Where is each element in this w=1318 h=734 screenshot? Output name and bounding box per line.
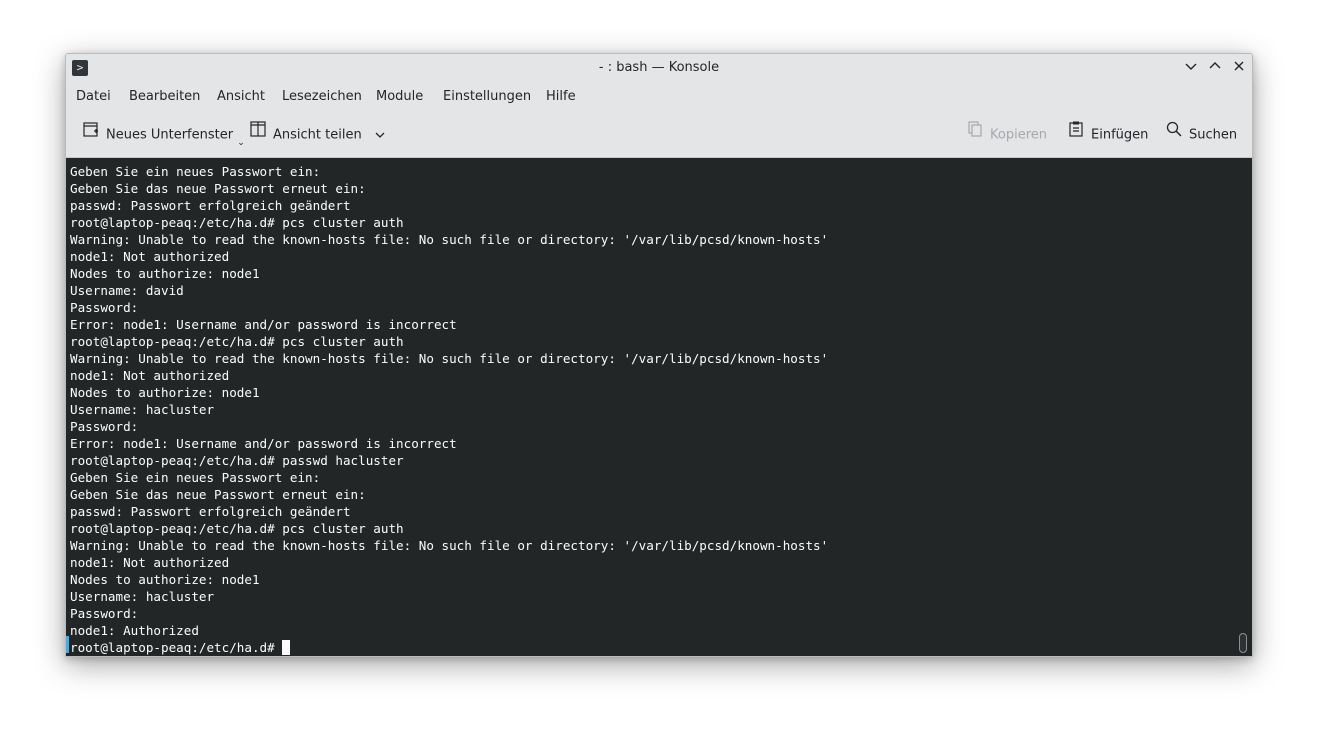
search-icon [1165, 112, 1183, 158]
terminal-prompt-line[interactable]: root@laptop-peaq:/etc/ha.d# [70, 639, 828, 656]
copy-button[interactable]: Kopieren [966, 112, 1047, 158]
paste-icon [1067, 112, 1085, 158]
menu-module[interactable]: Module [376, 82, 423, 112]
terminal-line: Error: node1: Username and/or password i… [70, 436, 457, 451]
terminal-line: Geben Sie ein neues Passwort ein: [70, 164, 321, 179]
terminal-line: Password: [70, 606, 139, 621]
split-view-button[interactable]: Ansicht teilen [249, 112, 386, 158]
terminal-line: Error: node1: Username and/or password i… [70, 317, 457, 332]
terminal-line: Nodes to authorize: node1 [70, 266, 260, 281]
terminal-line: root@laptop-peaq:/etc/ha.d# pcs cluster … [70, 215, 404, 230]
terminal-line: node1: Authorized [70, 623, 199, 638]
terminal-output: Geben Sie ein neues Passwort ein: Geben S… [70, 163, 828, 656]
split-view-label: Ansicht teilen [273, 127, 362, 143]
window-title: - : bash — Konsole [598, 60, 720, 75]
terminal-line: Geben Sie ein neues Passwort ein: [70, 470, 321, 485]
terminal-line: Geben Sie das neue Passwort erneut ein: [70, 487, 366, 502]
terminal-line: root@laptop-peaq:/etc/ha.d# passwd haclu… [70, 453, 404, 468]
copy-icon [966, 112, 984, 158]
new-tab-button[interactable]: Neues Unterfenster ⌄ [82, 112, 245, 158]
scrollbar-handle[interactable] [1239, 633, 1247, 653]
terminal-line: node1: Not authorized [70, 249, 230, 264]
copy-label: Kopieren [990, 127, 1047, 143]
terminal-line: Username: hacluster [70, 589, 215, 604]
terminal-prompt: root@laptop-peaq:/etc/ha.d# [70, 640, 283, 655]
terminal-line: passwd: Passwort erfolgreich geändert [70, 504, 351, 519]
konsole-window: > - : bash — Konsole Datei Bearbeiten An… [65, 53, 1253, 657]
terminal-line: passwd: Passwort erfolgreich geändert [70, 198, 351, 213]
search-button[interactable]: Suchen [1165, 112, 1237, 158]
terminal-line: Warning: Unable to read the known-hosts … [70, 351, 829, 366]
terminal-line: Nodes to authorize: node1 [70, 385, 260, 400]
minimize-icon[interactable] [1181, 58, 1201, 78]
menu-lesezeichen[interactable]: Lesezeichen [282, 82, 362, 112]
menu-hilfe[interactable]: Hilfe [546, 82, 576, 112]
terminal-line: Username: david [70, 283, 184, 298]
menu-datei[interactable]: Datei [76, 82, 111, 112]
terminal-line: root@laptop-peaq:/etc/ha.d# pcs cluster … [70, 521, 404, 536]
terminal-line: Password: [70, 419, 139, 434]
new-tab-dropdown-icon[interactable]: ⌄ [237, 138, 245, 148]
paste-button[interactable]: Einfügen [1067, 112, 1148, 158]
new-tab-label: Neues Unterfenster [106, 127, 234, 143]
terminal-line: Geben Sie das neue Passwort erneut ein: [70, 181, 366, 196]
terminal-line: Password: [70, 300, 139, 315]
title-bar[interactable]: > - : bash — Konsole [66, 54, 1252, 82]
toolbar: Neues Unterfenster ⌄ Ansicht teilen Kopi… [66, 112, 1252, 158]
terminal-line: root@laptop-peaq:/etc/ha.d# pcs cluster … [70, 334, 404, 349]
terminal-line: node1: Not authorized [70, 555, 230, 570]
terminal-line: Warning: Unable to read the known-hosts … [70, 538, 829, 553]
chevron-down-icon[interactable] [374, 128, 386, 143]
close-icon[interactable] [1229, 58, 1249, 78]
search-label: Suchen [1189, 127, 1238, 143]
terminal-line: Nodes to authorize: node1 [70, 572, 260, 587]
menu-bearbeiten[interactable]: Bearbeiten [129, 82, 200, 112]
new-tab-icon [82, 112, 100, 158]
terminal-view[interactable]: Geben Sie ein neues Passwort ein: Geben S… [66, 158, 1252, 656]
menu-ansicht[interactable]: Ansicht [217, 82, 265, 112]
menu-einstellungen[interactable]: Einstellungen [443, 82, 531, 112]
paste-label: Einfügen [1091, 127, 1149, 143]
terminal-line: Warning: Unable to read the known-hosts … [70, 232, 829, 247]
terminal-line: node1: Not authorized [70, 368, 230, 383]
active-line-marker [66, 636, 69, 653]
text-cursor [282, 640, 291, 655]
split-view-icon [249, 112, 267, 158]
maximize-icon[interactable] [1205, 58, 1225, 78]
terminal-line: Username: hacluster [70, 402, 215, 417]
menu-bar: Datei Bearbeiten Ansicht Lesezeichen Mod… [66, 82, 1252, 112]
